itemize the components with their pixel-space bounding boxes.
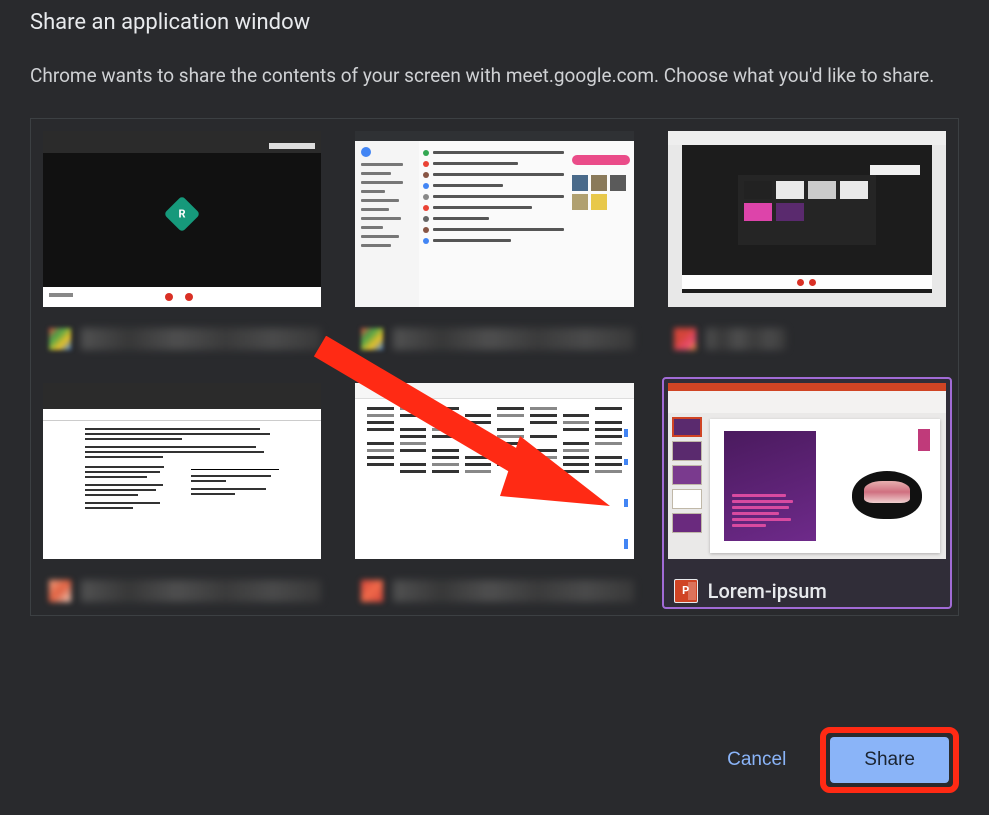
window-label-blurred	[81, 580, 321, 602]
share-dialog: Share an application window Chrome wants…	[0, 0, 989, 815]
window-option[interactable]	[349, 377, 639, 609]
powerpoint-icon: P	[674, 579, 698, 603]
app-icon	[674, 328, 696, 350]
window-thumbnail	[668, 131, 946, 307]
window-label-row	[43, 327, 321, 351]
window-label-blurred	[81, 328, 321, 350]
window-label-blurred	[393, 328, 633, 350]
chrome-icon	[49, 328, 71, 350]
window-option[interactable]	[37, 377, 327, 609]
annotation-highlight: Share	[820, 727, 959, 793]
window-label-row: P Lorem-ipsum	[668, 579, 946, 603]
window-label-row	[355, 579, 633, 603]
window-thumbnail: R	[43, 131, 321, 307]
window-thumbnail	[355, 383, 633, 559]
window-label-row	[43, 579, 321, 603]
cancel-button[interactable]: Cancel	[703, 737, 810, 783]
window-label-row	[355, 327, 633, 351]
app-icon	[361, 580, 383, 602]
window-option[interactable]	[662, 125, 952, 357]
window-label-blurred	[393, 580, 633, 602]
window-label-row	[668, 327, 946, 351]
window-grid-container: R	[30, 118, 959, 616]
window-option-selected[interactable]: P Lorem-ipsum	[662, 377, 952, 609]
chrome-icon	[361, 328, 383, 350]
window-thumbnail	[355, 131, 633, 307]
window-grid: R	[37, 125, 952, 609]
dialog-footer: Cancel Share	[703, 727, 959, 793]
window-thumbnail	[668, 383, 946, 559]
window-label-blurred	[706, 328, 786, 350]
window-thumbnail	[43, 383, 321, 559]
window-label: Lorem-ipsum	[708, 579, 827, 603]
share-button[interactable]: Share	[830, 737, 949, 783]
window-option[interactable]: R	[37, 125, 327, 357]
dialog-title: Share an application window	[30, 0, 959, 35]
dialog-subtitle: Chrome wants to share the contents of yo…	[30, 63, 959, 90]
window-option[interactable]	[349, 125, 639, 357]
app-icon	[49, 580, 71, 602]
